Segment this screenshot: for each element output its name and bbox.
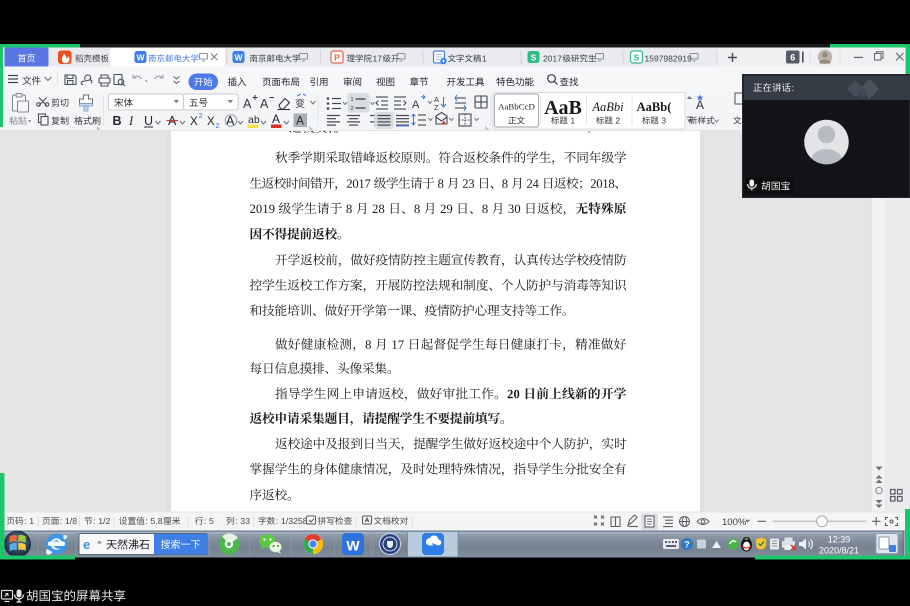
svg-text:?: ? — [684, 540, 690, 550]
svg-text:P: P — [334, 52, 340, 62]
svg-text:W: W — [346, 538, 360, 554]
svg-text:U: U — [144, 114, 153, 128]
svg-text:A: A — [296, 116, 304, 128]
svg-text:2: 2 — [216, 121, 220, 130]
svg-text:W: W — [234, 52, 243, 62]
svg-text:AaBbCcD: AaBbCcD — [498, 102, 535, 112]
svg-text:e: e — [83, 537, 90, 552]
svg-text:A: A — [696, 98, 704, 112]
svg-text:Z: Z — [434, 103, 439, 112]
svg-text:AaBb(: AaBb( — [637, 100, 672, 114]
svg-text:2: 2 — [351, 106, 354, 112]
svg-text:100%: 100% — [722, 517, 747, 528]
svg-text:ab: ab — [248, 114, 260, 126]
svg-text:I: I — [128, 114, 134, 128]
svg-text:S: S — [634, 52, 640, 62]
svg-text:W: W — [136, 52, 145, 62]
svg-text:AaBbi: AaBbi — [591, 100, 624, 114]
svg-text:A: A — [260, 97, 269, 111]
svg-text:6: 6 — [790, 52, 795, 62]
svg-text:A: A — [272, 112, 280, 126]
svg-text:2020/8/21: 2020/8/21 — [819, 546, 859, 556]
svg-text:A: A — [243, 97, 252, 111]
svg-text:B: B — [113, 114, 122, 128]
svg-text:12:39: 12:39 — [828, 535, 851, 545]
svg-text:AaB: AaB — [544, 97, 582, 119]
svg-text:A: A — [412, 99, 420, 111]
svg-text:X: X — [190, 116, 198, 128]
svg-text:S: S — [531, 52, 537, 62]
svg-text:1: 1 — [351, 97, 354, 103]
svg-text:X: X — [207, 116, 215, 128]
svg-text:2: 2 — [199, 111, 203, 120]
